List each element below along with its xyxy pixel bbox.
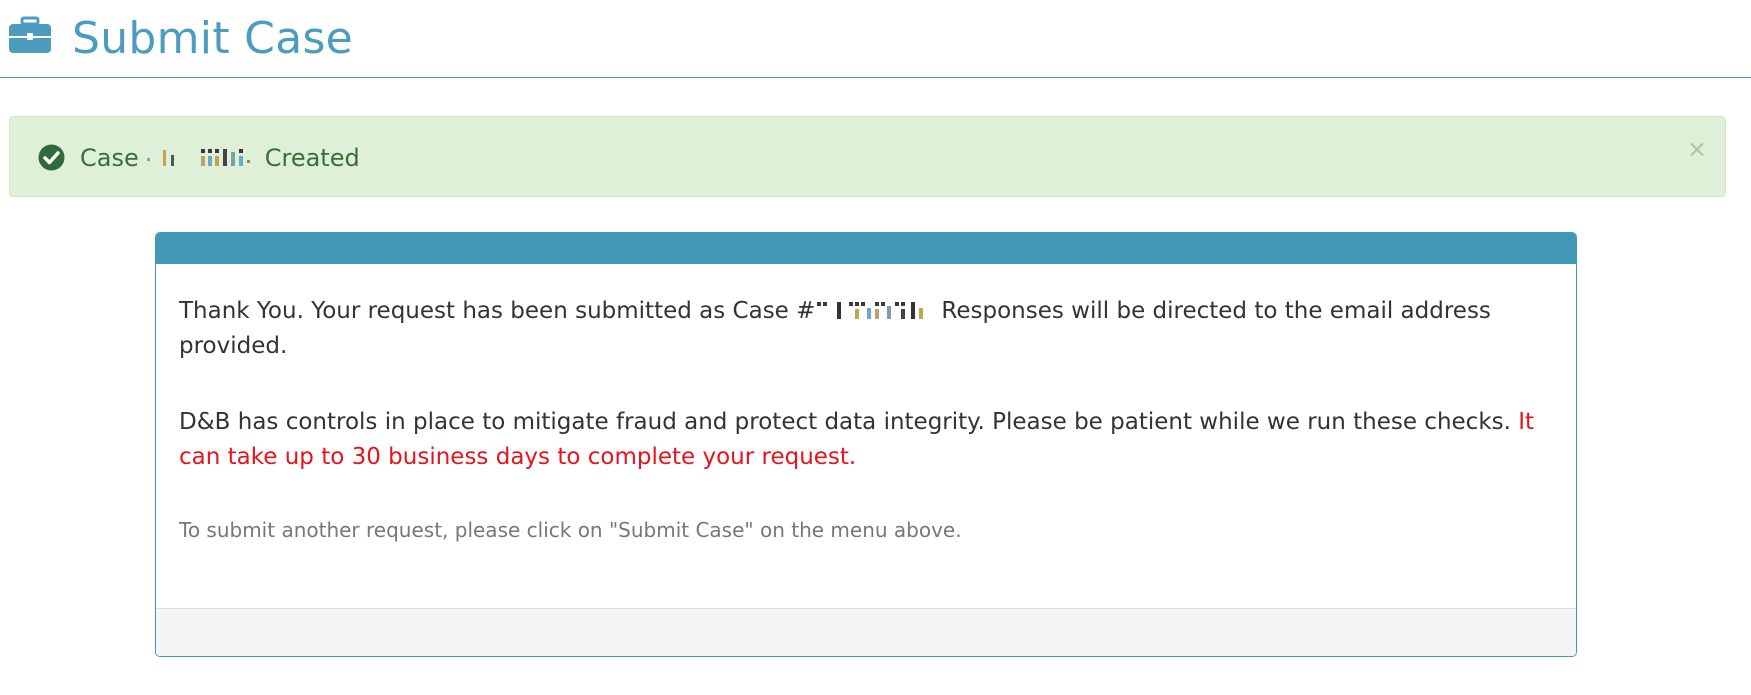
success-alert: Case Created ×	[9, 116, 1726, 197]
alert-suffix: Created	[264, 144, 360, 172]
redacted-case-number	[817, 302, 924, 319]
briefcase-icon	[9, 16, 51, 53]
page-title: Submit Case	[72, 13, 354, 64]
fraud-notice: D&B has controls in place to mitigate fr…	[179, 405, 1553, 475]
confirmation-text-start: Thank You. Your request has been submitt…	[179, 298, 816, 324]
confirmation-message: Thank You. Your request has been submitt…	[179, 294, 1553, 364]
panel-footer	[156, 608, 1576, 656]
alert-prefix: Case	[80, 144, 139, 172]
redacted-case-number	[146, 149, 250, 166]
panel-body: Thank You. Your request has been submitt…	[156, 264, 1576, 544]
alert-message: Case Created	[80, 143, 360, 173]
close-icon[interactable]: ×	[1687, 135, 1707, 163]
panel-heading	[156, 233, 1576, 264]
page-header: Submit Case	[0, 0, 1751, 78]
fraud-notice-text: D&B has controls in place to mitigate fr…	[179, 409, 1511, 435]
submit-another-note: To submit another request, please click …	[179, 518, 962, 542]
confirmation-panel: Thank You. Your request has been submitt…	[155, 232, 1577, 657]
check-circle-icon	[38, 144, 65, 171]
